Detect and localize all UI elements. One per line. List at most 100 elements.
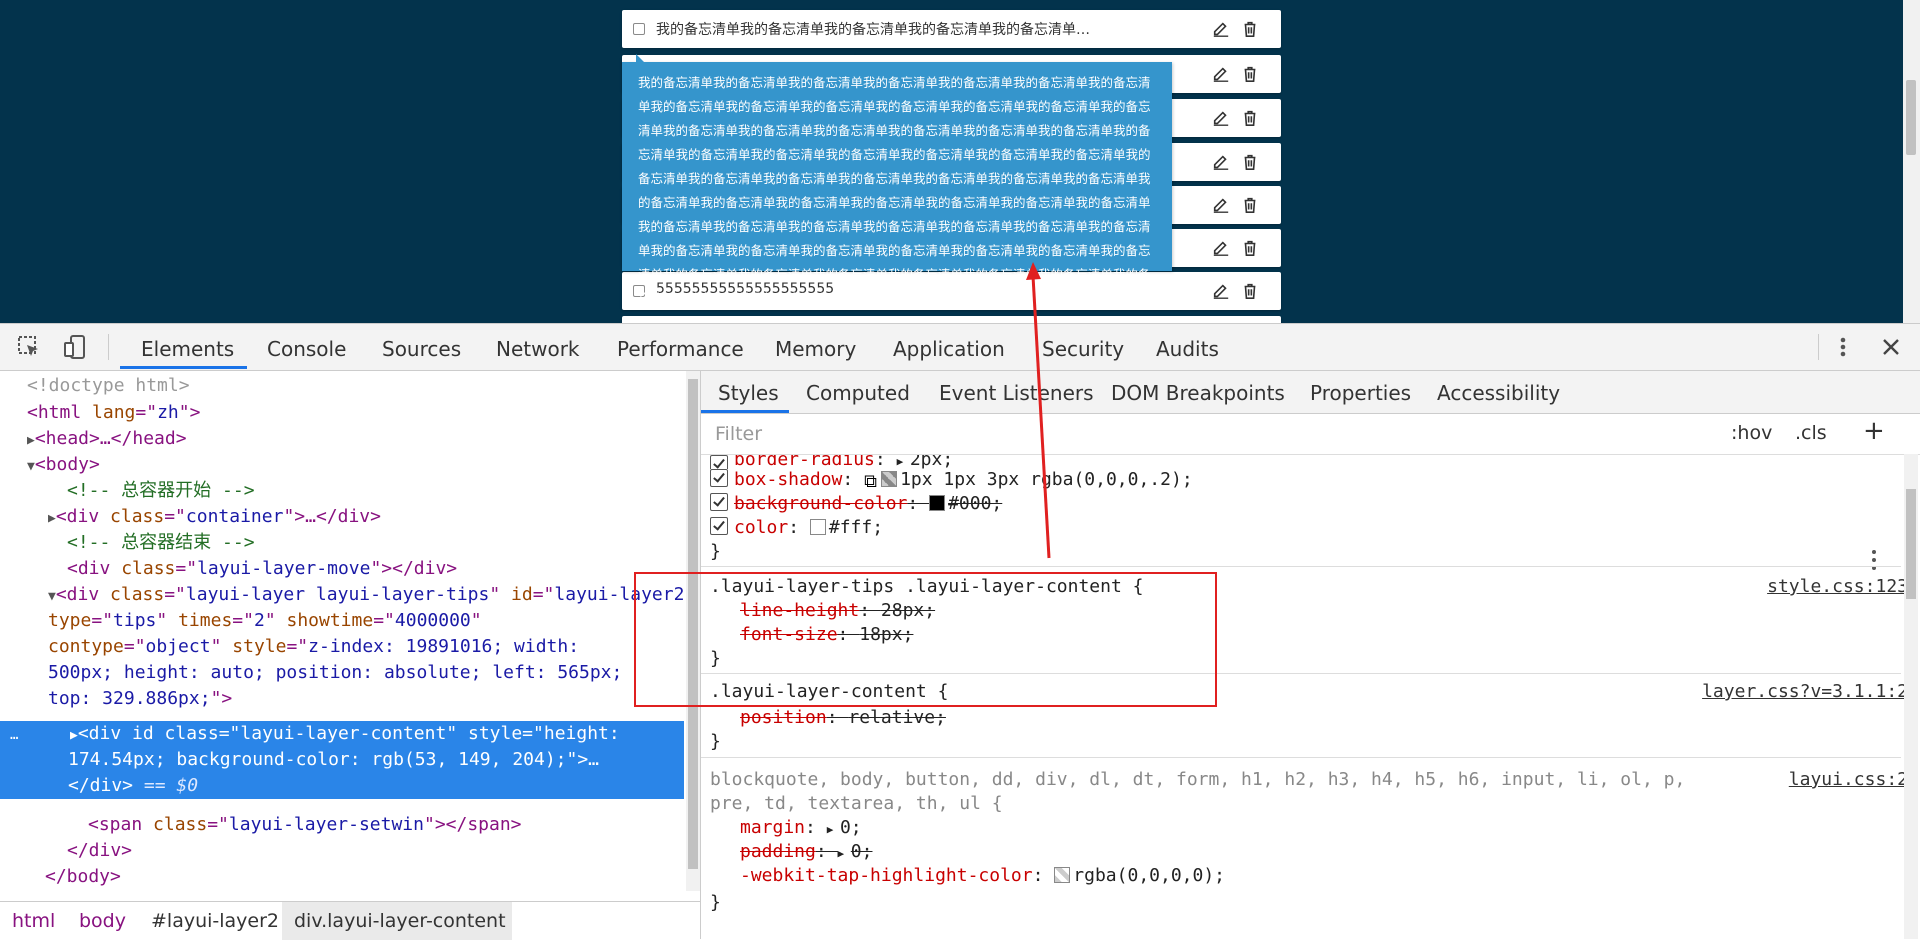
trash-icon[interactable] bbox=[1241, 153, 1259, 171]
device-toolbar-icon[interactable] bbox=[62, 334, 88, 360]
comment-node[interactable]: <!-- 总容器结束 --> bbox=[67, 530, 255, 556]
container-class-value: container bbox=[185, 506, 284, 527]
rule-close-brace: } bbox=[710, 731, 721, 752]
trash-icon[interactable] bbox=[1241, 65, 1259, 83]
tab-audits[interactable]: Audits bbox=[1156, 337, 1219, 361]
prop-name: background-color bbox=[734, 493, 908, 514]
layer-div-style-value: 500px; height: auto; position: absolute;… bbox=[48, 662, 623, 683]
color-swatch[interactable] bbox=[1054, 867, 1071, 883]
note-item[interactable]: 我的备忘清单我的备忘清单我的备忘清单我的备忘清单我的备忘清单… bbox=[622, 10, 1281, 48]
trash-icon[interactable] bbox=[1241, 239, 1259, 257]
prop-name: margin bbox=[740, 817, 806, 838]
close-div-node[interactable]: </div> bbox=[67, 838, 132, 864]
css-declaration: background-color: #000; bbox=[710, 492, 1002, 516]
doctype-node[interactable]: <!doctype html> bbox=[27, 373, 190, 399]
trash-icon[interactable] bbox=[1241, 20, 1259, 38]
color-swatch[interactable] bbox=[881, 471, 898, 487]
subtab-properties[interactable]: Properties bbox=[1310, 381, 1411, 405]
more-options-icon[interactable] bbox=[1830, 334, 1856, 360]
cls-button[interactable]: .cls bbox=[1795, 422, 1827, 444]
html-node[interactable]: <html lang="zh"> bbox=[27, 400, 200, 426]
dollar-zero: == $0 bbox=[143, 775, 199, 796]
html-lang-value: zh bbox=[157, 402, 179, 423]
hov-button[interactable]: :hov bbox=[1731, 422, 1772, 444]
edit-icon[interactable] bbox=[1212, 196, 1230, 214]
styles-scrollbar[interactable] bbox=[1904, 454, 1918, 939]
declaration-checkbox[interactable] bbox=[710, 469, 728, 487]
selected-node[interactable]: … ▶<div id class="layui-layer-content" s… bbox=[0, 721, 684, 799]
breadcrumb-html[interactable]: html bbox=[12, 910, 55, 932]
source-link[interactable]: layui.css:2 bbox=[1789, 768, 1908, 792]
layer-div-attrs: top: 329.886px;"> bbox=[48, 688, 233, 709]
body-node[interactable]: ▼<body> bbox=[27, 452, 100, 478]
close-body-node[interactable]: </body> bbox=[45, 864, 121, 890]
layer-div-type-value: tips bbox=[113, 610, 157, 631]
declaration-checkbox[interactable] bbox=[710, 493, 728, 511]
color-swatch[interactable] bbox=[809, 519, 826, 535]
color-swatch[interactable] bbox=[929, 495, 946, 511]
source-link[interactable]: style.css:123 bbox=[1767, 575, 1908, 599]
prop-value: #000; bbox=[948, 493, 1003, 514]
trash-icon[interactable] bbox=[1241, 109, 1259, 127]
container-node[interactable]: ▶<div class="container">…</div> bbox=[48, 504, 381, 530]
tab-performance[interactable]: Performance bbox=[617, 337, 744, 361]
css-declaration: color: #fff; bbox=[710, 516, 883, 540]
source-link[interactable]: layer.css?v=3.1.1:2 bbox=[1702, 680, 1908, 704]
tab-console[interactable]: Console bbox=[267, 337, 346, 361]
tab-security[interactable]: Security bbox=[1042, 337, 1124, 361]
rule-close-brace: } bbox=[710, 892, 721, 913]
trash-icon[interactable] bbox=[1241, 196, 1259, 214]
page-scrollbar[interactable] bbox=[1903, 0, 1920, 323]
edit-icon[interactable] bbox=[1212, 109, 1230, 127]
active-tab-indicator bbox=[120, 366, 247, 369]
close-icon[interactable] bbox=[1878, 334, 1904, 360]
prop-name: padding bbox=[740, 841, 816, 862]
breadcrumb-content[interactable]: div.layui-layer-content bbox=[294, 910, 506, 932]
styles-subtabs: Styles Computed Event Listeners DOM Brea… bbox=[701, 371, 1920, 414]
tab-memory[interactable]: Memory bbox=[775, 337, 856, 361]
tab-elements[interactable]: Elements bbox=[141, 337, 234, 361]
css-selector[interactable]: blockquote, body, button, dd, div, dl, d… bbox=[710, 768, 1770, 792]
trash-icon[interactable] bbox=[1241, 282, 1259, 300]
breadcrumb-body[interactable]: body bbox=[79, 910, 126, 932]
tab-network[interactable]: Network bbox=[496, 337, 580, 361]
tab-application[interactable]: Application bbox=[893, 337, 1005, 361]
css-selector[interactable]: pre, td, textarea, th, ul { bbox=[710, 792, 1003, 816]
head-node[interactable]: ▶<head>…</head> bbox=[27, 426, 187, 452]
styles-filter-input[interactable]: Filter bbox=[713, 419, 1715, 449]
web-page-viewport: 我的备忘清单我的备忘清单我的备忘清单我的备忘清单我的备忘清单… 55555555… bbox=[0, 0, 1903, 323]
rule-menu-icon[interactable] bbox=[1867, 547, 1881, 573]
css-declaration: margin: ▶ 0; bbox=[740, 817, 862, 838]
subtab-accessibility[interactable]: Accessibility bbox=[1437, 381, 1560, 405]
shadow-editor-icon[interactable]: ⧉ bbox=[864, 470, 878, 492]
new-rule-button[interactable]: + bbox=[1863, 416, 1885, 446]
edit-icon[interactable] bbox=[1212, 20, 1230, 38]
edit-icon[interactable] bbox=[1212, 153, 1230, 171]
edit-icon[interactable] bbox=[1212, 65, 1230, 83]
breadcrumb-layer[interactable]: #layui-layer2 bbox=[151, 910, 279, 932]
inspect-element-icon[interactable] bbox=[16, 334, 42, 360]
subtab-dom-breakpoints[interactable]: DOM Breakpoints bbox=[1111, 381, 1285, 405]
page-scrollbar-thumb[interactable] bbox=[1906, 80, 1916, 155]
styles-scrollbar-thumb[interactable] bbox=[1906, 489, 1916, 599]
layer-move-class-value: layui-layer-move bbox=[197, 558, 371, 579]
layer-div-node[interactable]: ▼<div class="layui-layer layui-layer-tip… bbox=[48, 582, 684, 608]
prop-value: 2px; bbox=[909, 455, 954, 469]
note-checkbox[interactable] bbox=[633, 23, 645, 35]
declaration-checkbox[interactable] bbox=[710, 517, 728, 535]
annotation-box bbox=[634, 572, 1217, 707]
selected-node-line: 174.54px; background-color: rgb(53, 149,… bbox=[68, 749, 600, 770]
comment-node[interactable]: <!-- 总容器开始 --> bbox=[67, 478, 255, 504]
edit-icon[interactable] bbox=[1212, 239, 1230, 257]
declaration-checkbox[interactable] bbox=[710, 455, 728, 469]
tab-sources[interactable]: Sources bbox=[382, 337, 461, 361]
css-declaration: -webkit-tap-highlight-color: rgba(0,0,0,… bbox=[740, 865, 1226, 886]
subtab-event-listeners[interactable]: Event Listeners bbox=[939, 381, 1094, 405]
subtab-computed[interactable]: Computed bbox=[806, 381, 910, 405]
setwin-node[interactable]: <span class="layui-layer-setwin"></span> bbox=[88, 812, 522, 838]
layer-move-node[interactable]: <div class="layui-layer-move"></div> bbox=[67, 556, 457, 582]
tips-content: 我的备忘清单我的备忘清单我的备忘清单我的备忘清单我的备忘清单我的备忘清单我的备忘… bbox=[638, 75, 1151, 306]
edit-icon[interactable] bbox=[1212, 282, 1230, 300]
subtab-styles[interactable]: Styles bbox=[718, 381, 779, 405]
note-item[interactable] bbox=[622, 316, 1281, 323]
